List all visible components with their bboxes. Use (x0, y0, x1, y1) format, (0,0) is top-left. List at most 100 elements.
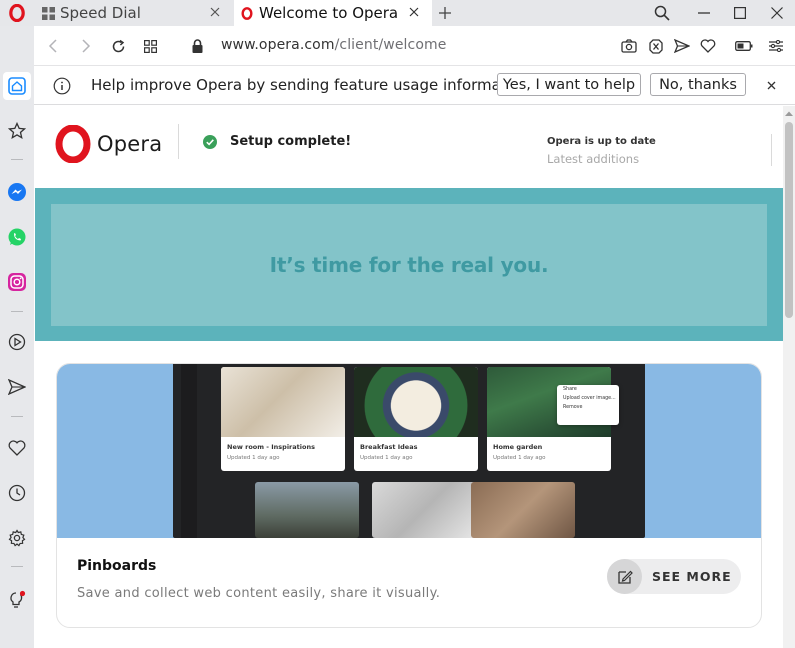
camera-icon (621, 39, 637, 53)
heart-icon (700, 39, 716, 53)
page-scrollbar[interactable] (783, 106, 795, 648)
pin-card: New room - Inspirations Updated 1 day ag… (221, 367, 345, 471)
info-message: Help improve Opera by sending feature us… (91, 76, 530, 94)
pin-title: New room - Inspirations (227, 443, 315, 451)
grid-icon (41, 6, 55, 20)
close-infobar-button[interactable] (763, 77, 779, 93)
accessories-photo (372, 482, 476, 538)
search-icon (654, 5, 670, 21)
bookmark-heart-button[interactable] (698, 36, 718, 56)
easy-setup-button[interactable] (766, 36, 786, 56)
maximize-icon (734, 7, 746, 19)
send-icon (8, 379, 26, 395)
pinboards-card: New room - Inspirations Updated 1 day ag… (56, 363, 762, 628)
url-path: /client/welcome (334, 37, 447, 53)
forward-button[interactable] (75, 35, 97, 57)
menu-item-share: Share (563, 387, 577, 392)
usage-info-bar: Help improve Opera by sending feature us… (34, 67, 795, 105)
pin-meta: Updated 1 day ago (493, 455, 546, 461)
sidebar-separator (11, 311, 23, 312)
tab-grid-button[interactable] (139, 35, 161, 57)
header-divider (178, 124, 179, 159)
scrollbar-thumb[interactable] (785, 122, 793, 318)
close-tab-icon[interactable] (207, 4, 223, 20)
see-more-button[interactable]: SEE MORE (607, 559, 741, 594)
send-icon (674, 39, 690, 53)
sidebar-item-my-flow[interactable] (3, 373, 31, 401)
security-lock-button[interactable] (186, 35, 208, 57)
battery-saver-button[interactable] (734, 36, 754, 56)
sidebar-separator (11, 416, 23, 417)
setup-text: Setup complete! (230, 134, 352, 149)
card-title: Pinboards (77, 558, 157, 574)
check-circle-icon (203, 134, 217, 149)
sidebar-separator (11, 159, 23, 160)
maximize-button[interactable] (727, 0, 753, 26)
tab-welcome[interactable]: Welcome to Opera (234, 0, 432, 26)
clock-icon (8, 484, 26, 502)
lock-icon (192, 39, 202, 53)
tab-label: Welcome to Opera (259, 4, 399, 22)
hero-banner-inner: It’s time for the real you. (51, 204, 767, 326)
update-status: Opera is up to date (547, 136, 656, 147)
sidebar-item-favorites[interactable] (3, 434, 31, 462)
sidebar-item-messenger[interactable] (3, 178, 31, 206)
opera-icon (240, 6, 254, 20)
snapshot-button[interactable] (619, 36, 639, 56)
header-divider (771, 134, 772, 166)
page-content: Opera Setup complete! Opera is up to dat… (35, 106, 783, 648)
home-icon (8, 77, 26, 95)
scroll-up-arrow-icon[interactable] (785, 110, 793, 118)
road-photo (255, 482, 359, 538)
sidebar-item-bookmarks[interactable] (3, 117, 31, 145)
new-tab-button[interactable] (434, 0, 456, 26)
menu-item-remove: Remove (563, 405, 583, 410)
accept-help-button[interactable]: Yes, I want to help (497, 73, 641, 96)
room-photo (221, 367, 345, 437)
screen-sidebar-image (181, 364, 197, 538)
star-icon (8, 122, 26, 140)
adblock-button[interactable] (646, 36, 666, 56)
pinboard-edit-icon (607, 559, 642, 594)
hero-banner: It’s time for the real you. (35, 188, 783, 341)
pin-title: Breakfast Ideas (360, 443, 418, 451)
desk-photo (471, 482, 575, 538)
forward-arrow-icon (82, 39, 91, 53)
tab-search-button[interactable] (649, 0, 675, 26)
sidebar-item-instagram[interactable] (3, 268, 31, 296)
plus-icon (439, 7, 451, 19)
pin-context-menu: Share Upload cover image... Remove (557, 385, 619, 425)
close-window-button[interactable] (764, 0, 790, 26)
send-button[interactable] (672, 36, 692, 56)
url-domain: www.opera.com (221, 37, 335, 53)
info-icon (53, 77, 71, 95)
close-tab-icon[interactable] (406, 4, 422, 20)
back-button[interactable] (42, 35, 64, 57)
close-icon (767, 81, 775, 89)
sidebar (0, 26, 34, 648)
reload-button[interactable] (107, 35, 129, 57)
sidebar-item-whatsapp[interactable] (3, 223, 31, 251)
pinboards-illustration: New room - Inspirations Updated 1 day ag… (57, 364, 761, 538)
opera-menu-button[interactable] (0, 0, 34, 26)
sidebar-item-home[interactable] (3, 72, 31, 100)
latest-additions-link[interactable]: Latest additions (547, 152, 639, 166)
instagram-icon (8, 273, 26, 291)
sidebar-item-settings[interactable] (3, 524, 31, 552)
heart-icon (8, 440, 26, 456)
whatsapp-icon (8, 228, 26, 246)
battery-icon (735, 41, 753, 51)
url-field[interactable]: www.opera.com/client/welcome (221, 37, 446, 53)
minimize-button[interactable] (691, 0, 717, 26)
opera-brand-logo[interactable]: Opera (55, 124, 165, 164)
tab-speed-dial[interactable]: Speed Dial (35, 0, 233, 26)
lightbulb-icon (10, 590, 26, 608)
breakfast-photo (354, 367, 478, 437)
pin-meta: Updated 1 day ago (227, 455, 280, 461)
see-more-label: SEE MORE (652, 569, 732, 584)
decline-button[interactable]: No, thanks (650, 73, 746, 96)
sidebar-item-player[interactable] (3, 328, 31, 356)
pin-meta: Updated 1 day ago (360, 455, 413, 461)
sidebar-item-history[interactable] (3, 479, 31, 507)
sidebar-item-tips[interactable] (3, 586, 31, 614)
